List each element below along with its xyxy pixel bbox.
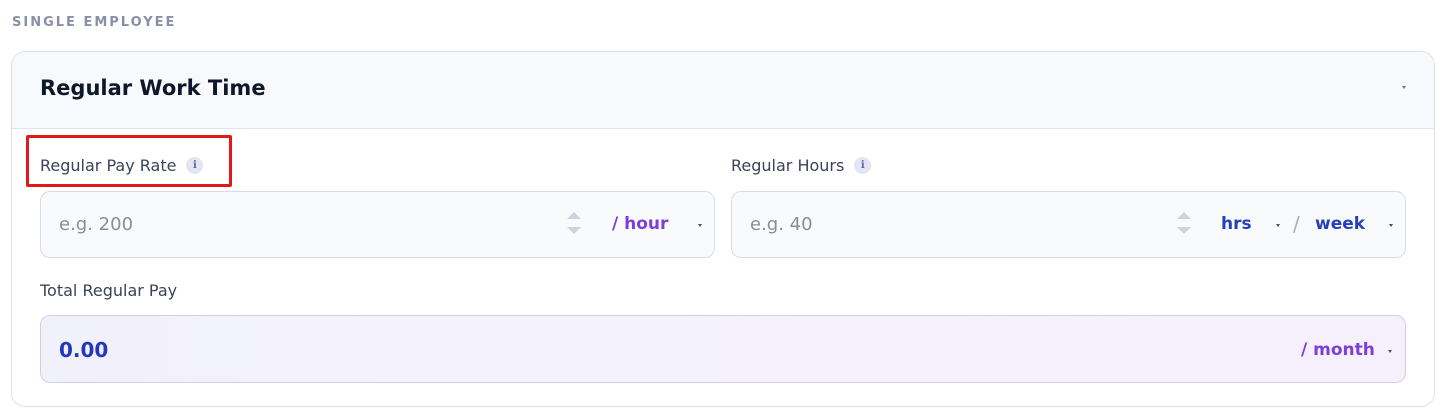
pay-rate-label: Regular Pay Rate i bbox=[40, 156, 204, 175]
card-header[interactable]: Regular Work Time bbox=[12, 52, 1434, 129]
chevron-down-icon[interactable] bbox=[1276, 224, 1280, 227]
hours-placeholder: e.g. 40 bbox=[750, 214, 813, 235]
hours-label-text: Regular Hours bbox=[731, 156, 845, 175]
pay-rate-unit-select[interactable]: / hour bbox=[612, 214, 668, 234]
total-pay-value: 0.00 bbox=[59, 338, 109, 362]
pay-rate-input[interactable]: e.g. 200 / hour bbox=[40, 191, 715, 258]
info-icon[interactable]: i bbox=[186, 157, 204, 174]
chevron-down-icon[interactable] bbox=[698, 224, 702, 227]
unit-separator: / bbox=[1293, 212, 1300, 236]
caret-down-icon[interactable] bbox=[1402, 86, 1406, 89]
pay-rate-label-text: Regular Pay Rate bbox=[40, 156, 177, 175]
info-icon[interactable]: i bbox=[854, 157, 872, 174]
regular-work-time-card: Regular Work Time Regular Pay Rate i e.g… bbox=[11, 51, 1435, 407]
number-stepper-icon[interactable] bbox=[567, 210, 581, 240]
hours-unit-select[interactable]: hrs bbox=[1221, 214, 1252, 234]
pay-rate-placeholder: e.g. 200 bbox=[59, 214, 134, 235]
number-stepper-icon[interactable] bbox=[1177, 210, 1191, 240]
section-label: SINGLE EMPLOYEE bbox=[12, 15, 177, 30]
total-unit-select[interactable]: / month bbox=[1301, 340, 1375, 360]
total-pay-label-text: Total Regular Pay bbox=[40, 281, 178, 300]
period-unit-select[interactable]: week bbox=[1315, 214, 1365, 234]
card-title: Regular Work Time bbox=[40, 76, 266, 100]
hours-label: Regular Hours i bbox=[731, 156, 872, 175]
total-pay-output: 0.00 / month bbox=[40, 315, 1406, 383]
chevron-down-icon[interactable] bbox=[1388, 350, 1392, 353]
total-pay-label: Total Regular Pay bbox=[40, 281, 177, 300]
hours-input[interactable]: e.g. 40 hrs / week bbox=[731, 191, 1406, 258]
chevron-down-icon[interactable] bbox=[1389, 224, 1393, 227]
